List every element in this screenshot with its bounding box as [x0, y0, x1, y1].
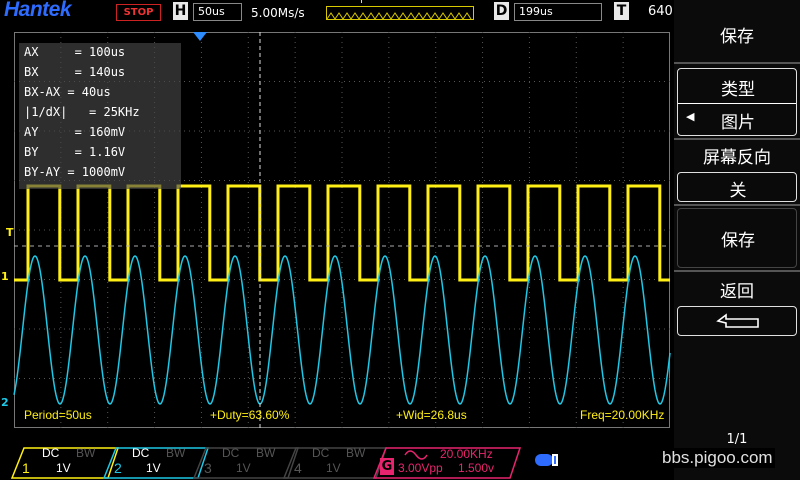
- invert-toggle-button[interactable]: 关: [677, 172, 797, 202]
- waveform-display[interactable]: AX = 100us BX = 140us BX-AX = 40us |1/dX…: [0, 24, 674, 434]
- type-label: 类型: [721, 80, 755, 100]
- run-stop-button[interactable]: STOP: [116, 4, 161, 21]
- ch3-coupling: DC: [222, 446, 240, 460]
- measure-width: +Wid=26.8us: [396, 408, 467, 422]
- generator-offset: 1.500v: [458, 461, 495, 475]
- trigger-value[interactable]: 640: [648, 4, 673, 19]
- type-menu-button[interactable]: 类型 ◀ 图片: [677, 68, 797, 136]
- ch1-coupling: DC: [42, 446, 60, 460]
- trigger-level-marker[interactable]: T: [6, 226, 14, 239]
- cursor-inverse-dx: |1/dX| = 25KHz: [24, 105, 140, 119]
- ch2-coupling: DC: [132, 446, 150, 460]
- ch1-number: 1: [22, 460, 30, 476]
- save-label: 保存: [721, 231, 755, 251]
- ch3-number: 3: [204, 460, 212, 476]
- save-button[interactable]: 保存: [677, 208, 797, 268]
- watermark: bbs.pigoo.com: [660, 448, 775, 468]
- ch1-trace: [14, 184, 670, 282]
- return-arrow-icon: [716, 313, 759, 328]
- back-label: 返回: [720, 282, 754, 302]
- cursor-ax: AX = 100us: [24, 45, 126, 59]
- measure-frequency: Freq=20.00KHz: [580, 408, 665, 422]
- delay-label: D: [494, 2, 509, 20]
- menu-divider: [674, 138, 800, 140]
- usb-icon: [535, 454, 558, 466]
- ch1-bw: BW: [76, 446, 96, 460]
- ch2-number: 2: [114, 460, 122, 476]
- measure-period: Period=50us: [24, 408, 92, 422]
- measure-duty: +Duty=63.60%: [210, 408, 290, 422]
- trigger-position-marker: T: [359, 0, 364, 5]
- trigger-label: T: [614, 2, 629, 20]
- channel-bar: DC BW 1 1V DC BW 2 1V DC BW 3 1V DC BW 4…: [0, 434, 674, 480]
- ch3-scale: 1V: [236, 461, 251, 475]
- ch2-scale: 1V: [146, 461, 161, 475]
- timebase-value[interactable]: 50us: [193, 3, 242, 21]
- trigger-position-arrow-icon: [193, 32, 207, 41]
- cursor-ay: AY = 160mV: [24, 125, 126, 139]
- generator-frequency: 20.00KHz: [440, 447, 493, 461]
- type-value: 图片: [721, 113, 755, 133]
- ch2-trace: [13, 255, 671, 405]
- back-button[interactable]: [677, 306, 797, 336]
- ch3-bw: BW: [256, 446, 276, 460]
- ch1-scale: 1V: [56, 461, 71, 475]
- type-value-box: ◀ 图片: [678, 103, 796, 134]
- memory-position-bar[interactable]: T: [326, 0, 474, 20]
- ch4-bw: BW: [346, 446, 366, 460]
- side-menu: 保存 类型 ◀ 图片 屏幕反向 关 保存 返回 1/1: [674, 0, 800, 480]
- timebase-label: H: [173, 2, 188, 20]
- menu-divider: [674, 62, 800, 64]
- ch4-scale: 1V: [326, 461, 341, 475]
- invert-value: 关: [729, 181, 747, 201]
- page-indicator: 1/1: [726, 432, 748, 447]
- brand-logo: Hantek: [4, 0, 72, 21]
- generator-amplitude: 3.00Vpp: [398, 461, 443, 475]
- ch1-ground-marker[interactable]: 1: [1, 270, 9, 283]
- cursor-delta-x: BX-AX = 40us: [24, 85, 111, 99]
- cursor-delta-y: BY-AY = 1000mV: [24, 165, 126, 179]
- memory-waveform-icon: [326, 12, 472, 20]
- menu-title: 保存: [720, 27, 754, 47]
- invert-label: 屏幕反向: [703, 148, 771, 168]
- ch4-number: 4: [294, 460, 302, 476]
- menu-divider: [674, 204, 800, 206]
- sine-wave-icon: [404, 450, 428, 460]
- ch2-ground-marker[interactable]: 2: [1, 396, 9, 409]
- generator-label: G: [380, 458, 394, 475]
- delay-value[interactable]: 199us: [514, 3, 602, 21]
- cursor-by: BY = 1.16V: [24, 145, 126, 159]
- menu-divider: [674, 270, 800, 272]
- ch2-bw: BW: [166, 446, 186, 460]
- ch4-coupling: DC: [312, 446, 330, 460]
- status-bar: Hantek STOP H 50us 5.00Ms/s T D 199us T …: [0, 0, 674, 24]
- sample-rate: 5.00Ms/s: [251, 6, 305, 20]
- cursor-bx: BX = 140us: [24, 65, 126, 79]
